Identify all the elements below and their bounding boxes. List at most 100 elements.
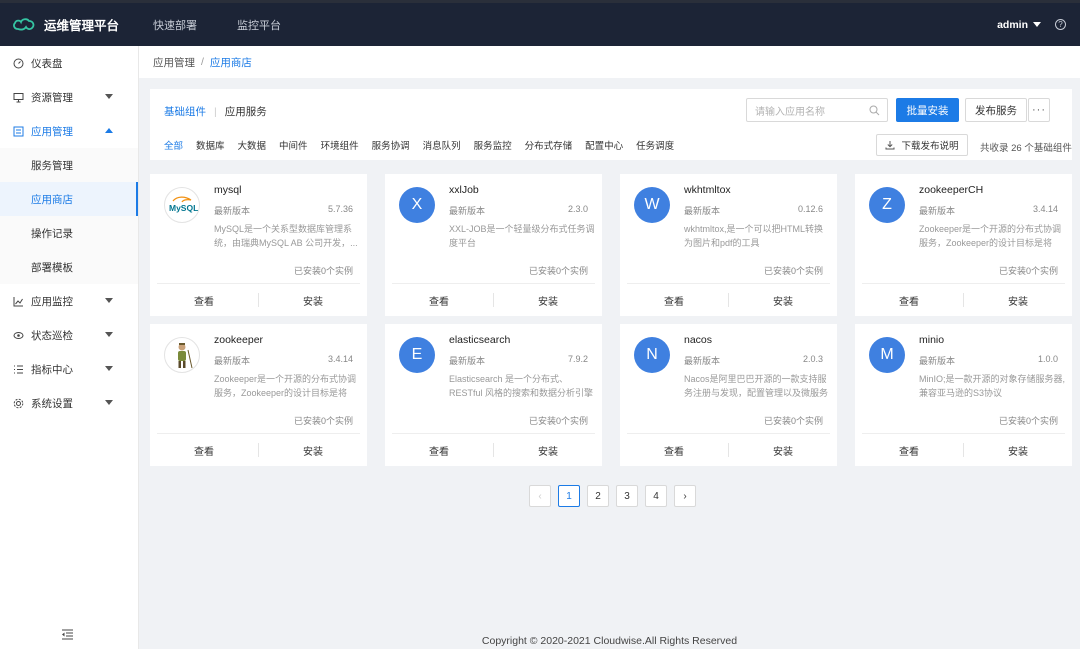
publish-service-button[interactable]: 发布服务: [965, 98, 1027, 122]
category-filter: 全部 数据库 大数据 中间件 环境组件 服务协调 消息队列 服务监控 分布式存储 配置中心 任务调度: [164, 138, 687, 152]
category-item[interactable]: 大数据: [238, 138, 267, 152]
app-icon: [13, 126, 24, 137]
nav-monitor-platform[interactable]: 监控平台: [237, 17, 281, 33]
install-button[interactable]: 安装: [259, 293, 367, 308]
category-item[interactable]: 环境组件: [321, 138, 359, 152]
breadcrumb-separator: /: [201, 56, 204, 68]
category-item[interactable]: 服务监控: [474, 138, 512, 152]
chevron-up-icon: [105, 128, 113, 133]
install-button[interactable]: 安装: [494, 443, 602, 458]
card-actions: 查看 安装: [855, 284, 1072, 316]
view-button[interactable]: 查看: [855, 293, 963, 308]
category-item[interactable]: 中间件: [279, 138, 308, 152]
top-right: admin ?: [997, 19, 1066, 31]
tab-basic-components[interactable]: 基础组件: [164, 104, 206, 119]
install-button[interactable]: 安装: [964, 293, 1072, 308]
view-button[interactable]: 查看: [385, 293, 493, 308]
page-button[interactable]: 2: [587, 485, 609, 507]
app-name: nacos: [684, 334, 713, 346]
app-description: MySQL是一个关系型数据库管理系统，由瑞典MySQL AB 公司开发，...: [214, 224, 358, 248]
installed-count: 已安装0个实例: [293, 266, 353, 276]
version-value: 5.7.36: [327, 204, 353, 214]
category-item[interactable]: 任务调度: [636, 138, 674, 152]
sidebar-subitem-service-management[interactable]: 服务管理: [0, 148, 138, 182]
version-value: 3.4.14: [1032, 204, 1058, 214]
category-item[interactable]: 全部: [164, 138, 183, 152]
search-input[interactable]: 请输入应用名称: [746, 98, 888, 122]
help-icon[interactable]: ?: [1055, 19, 1066, 30]
card-actions: 查看 安装: [620, 284, 837, 316]
version-label: 最新版本: [919, 206, 956, 216]
view-button[interactable]: 查看: [385, 443, 493, 458]
card-actions: 查看 安装: [385, 284, 602, 316]
app-avatar: N: [634, 337, 670, 373]
mysql-logo-icon: MySQL: [164, 187, 200, 223]
category-item[interactable]: 配置中心: [585, 138, 623, 152]
nav-quick-deploy[interactable]: 快速部署: [153, 17, 197, 33]
view-button[interactable]: 查看: [620, 443, 728, 458]
batch-install-button[interactable]: 批量安装: [896, 98, 959, 122]
sidebar-subitem-deploy-template[interactable]: 部署模板: [0, 250, 138, 284]
version-value: 0.12.6: [797, 204, 823, 214]
sidebar-item-dashboard[interactable]: 仪表盘: [0, 46, 138, 80]
app-avatar: X: [399, 187, 435, 223]
category-item[interactable]: 分布式存储: [525, 138, 573, 152]
category-item[interactable]: 服务协调: [372, 138, 410, 152]
top-nav: 快速部署 监控平台: [153, 17, 321, 33]
prev-page-button[interactable]: ‹: [529, 485, 551, 507]
version-value: 1.0.0: [1037, 354, 1058, 364]
sidebar-item-resource[interactable]: 资源管理: [0, 80, 138, 114]
zookeeper-logo-icon: [164, 337, 200, 373]
category-item[interactable]: 消息队列: [423, 138, 461, 152]
app-card: Mminio 最新版本 1.0.0 MinIO;是一款开源的对象存储服务器,兼容亚马逊…: [855, 324, 1072, 466]
brand[interactable]: 运维管理平台: [0, 3, 139, 46]
user-menu[interactable]: admin: [997, 19, 1041, 31]
install-button[interactable]: 安装: [964, 443, 1072, 458]
sidebar-subitem-app-store[interactable]: 应用商店: [0, 182, 138, 216]
dashboard-icon: [13, 58, 24, 69]
install-button[interactable]: 安装: [729, 443, 837, 458]
app-name: minio: [919, 334, 945, 346]
view-button[interactable]: 查看: [150, 293, 258, 308]
category-item[interactable]: 数据库: [196, 138, 225, 152]
sidebar-item-inspection[interactable]: 状态巡检: [0, 318, 138, 352]
card-actions: 查看 安装: [855, 434, 1072, 466]
breadcrumb: 应用管理 / 应用商店: [139, 46, 1080, 78]
sidebar-item-label: 系统设置: [31, 397, 73, 410]
installed-count: 已安装0个实例: [293, 416, 353, 426]
app-name: wkhtmltox: [684, 184, 731, 196]
breadcrumb-parent[interactable]: 应用管理: [153, 55, 195, 70]
tab-app-services[interactable]: 应用服务: [225, 104, 267, 119]
view-button[interactable]: 查看: [855, 443, 963, 458]
app-title: 运维管理平台: [44, 19, 120, 33]
app-name: mysql: [214, 184, 242, 196]
page-button[interactable]: 1: [558, 485, 580, 507]
card-actions: 查看 安装: [620, 434, 837, 466]
search-icon[interactable]: [869, 105, 880, 119]
app-card: Eelasticsearch 最新版本 7.9.2 Elasticsearch 是一个…: [385, 324, 602, 466]
install-button[interactable]: 安装: [729, 293, 837, 308]
view-button[interactable]: 查看: [150, 443, 258, 458]
page-button[interactable]: 3: [616, 485, 638, 507]
install-button[interactable]: 安装: [259, 443, 367, 458]
sidebar-item-label: 仪表盘: [31, 57, 63, 70]
sidebar-item-app-management[interactable]: 应用管理: [0, 114, 138, 148]
sidebar-item-metrics[interactable]: 指标中心: [0, 352, 138, 386]
download-release-notes-button[interactable]: 下载发布说明: [876, 134, 968, 156]
sidebar-subitem-operation-log[interactable]: 操作记录: [0, 216, 138, 250]
version-label: 最新版本: [919, 356, 956, 366]
view-button[interactable]: 查看: [620, 293, 728, 308]
install-button[interactable]: 安装: [494, 293, 602, 308]
sidebar-item-settings[interactable]: 系统设置: [0, 386, 138, 420]
page-button[interactable]: 4: [645, 485, 667, 507]
app-description: Elasticsearch 是一个分布式、RESTful 风格的搜索和数据分析引…: [449, 374, 594, 398]
more-button[interactable]: ···: [1028, 98, 1050, 122]
monitor-icon: [13, 92, 24, 103]
sidebar-item-label: 指标中心: [31, 363, 73, 376]
app-description: wkhtmltox,是一个可以把HTML转换为图片和pdf的工具: [684, 224, 824, 248]
installed-count: 已安装0个实例: [763, 416, 823, 426]
collapse-sidebar-icon[interactable]: [61, 629, 74, 643]
next-page-button[interactable]: ›: [674, 485, 696, 507]
sidebar-item-app-monitor[interactable]: 应用监控: [0, 284, 138, 318]
version-label: 最新版本: [449, 356, 486, 366]
